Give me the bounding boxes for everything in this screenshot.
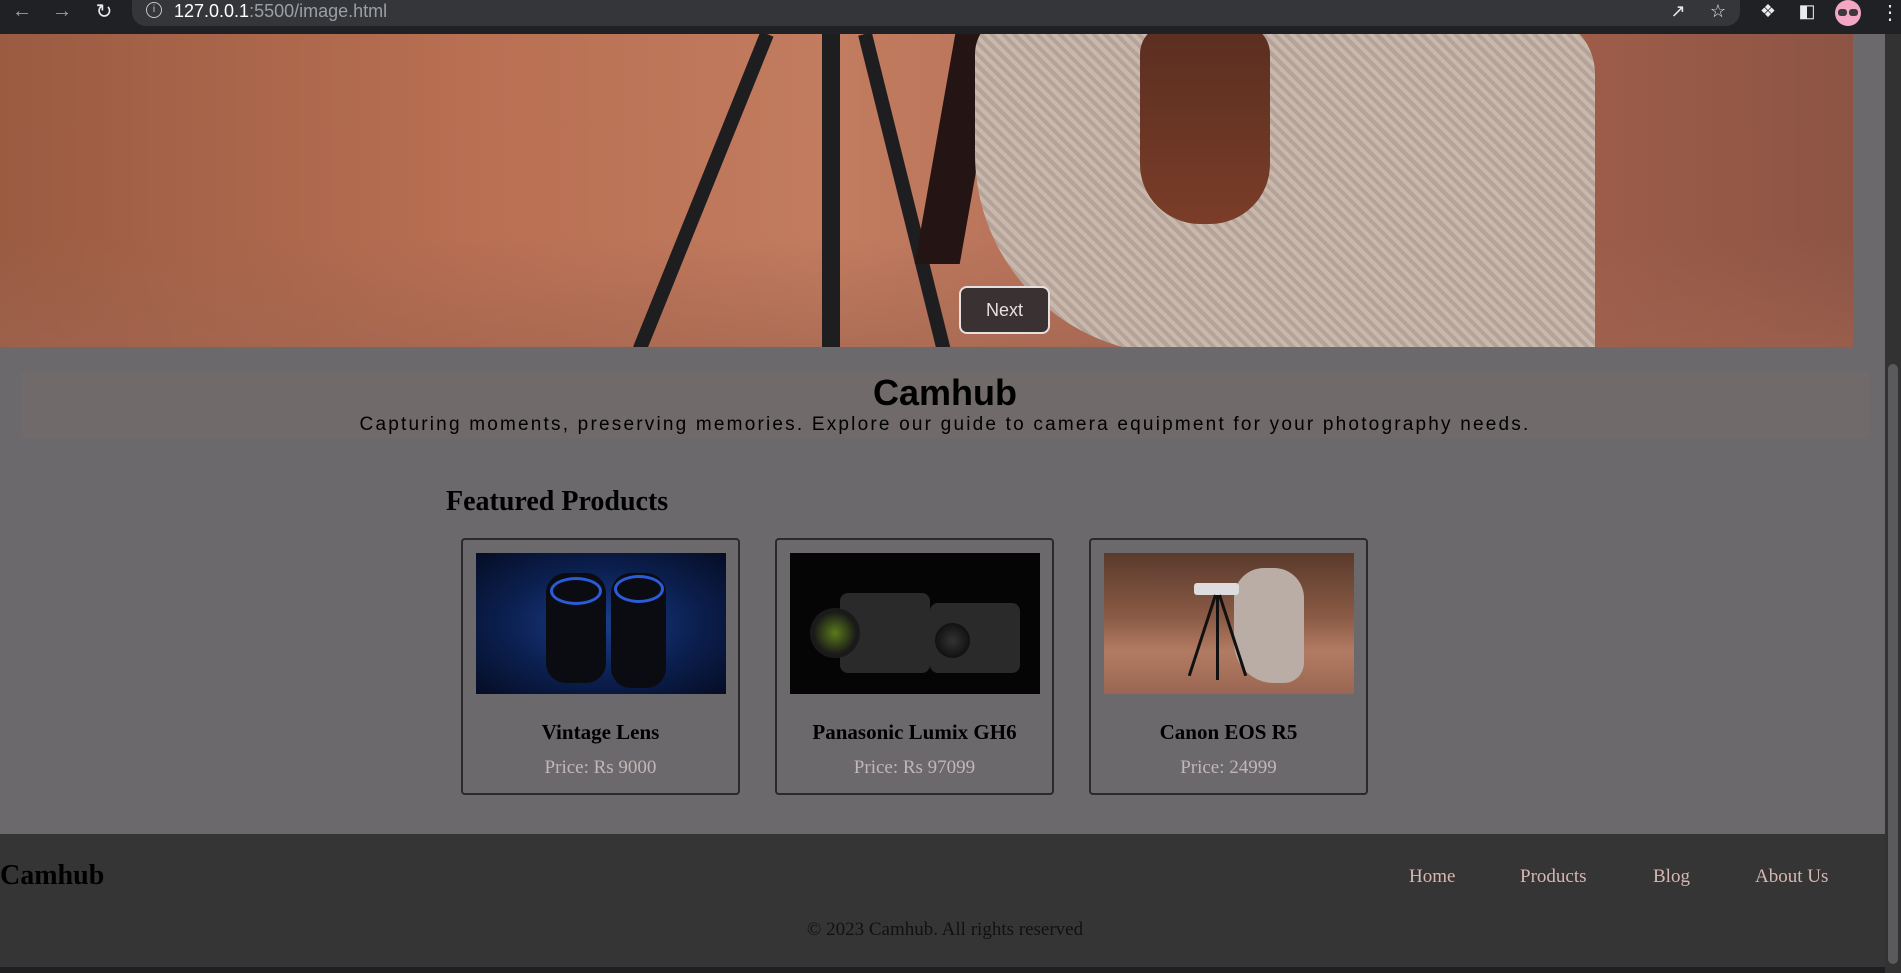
address-bar[interactable]: i 127.0.0.1:5500/image.html <box>132 0 1740 26</box>
product-image-photographer <box>1104 553 1354 694</box>
footer-bottom-strip <box>0 967 1901 973</box>
forward-icon[interactable]: → <box>50 0 74 22</box>
product-card[interactable]: Panasonic Lumix GH6 Price: Rs 97099 <box>775 538 1054 795</box>
site-info-icon[interactable]: i <box>146 2 162 18</box>
product-name: Vintage Lens <box>541 720 660 744</box>
site-title: Camhub <box>873 372 1017 413</box>
product-price: Price: 24999 <box>1180 757 1277 778</box>
product-price: Price: Rs 97099 <box>853 757 976 778</box>
browser-toolbar: ← → ↻ i 127.0.0.1:5500/image.html ↗ ☆ ❖ … <box>0 0 1901 34</box>
next-slide-button[interactable]: Next <box>959 286 1050 334</box>
product-name: Panasonic Lumix GH6 <box>812 720 1017 744</box>
site-footer: Camhub Home Products Blog About Us © 202… <box>0 834 1901 973</box>
share-icon[interactable]: ↗ <box>1666 0 1690 22</box>
product-name: Canon EOS R5 <box>1159 720 1298 744</box>
footer-brand: Camhub <box>0 860 105 891</box>
product-card[interactable]: Vintage Lens Price: Rs 9000 <box>461 538 740 795</box>
product-image-lens <box>476 553 726 694</box>
hero-subject-sweater <box>975 34 1595 347</box>
tripod-leg <box>822 34 840 347</box>
hero-image-slider <box>0 34 1853 347</box>
footer-nav-home[interactable]: Home <box>1409 866 1455 888</box>
product-price: Price: Rs 9000 <box>544 757 657 778</box>
featured-products-heading: Featured Products <box>446 486 669 517</box>
footer-nav-about-us[interactable]: About Us <box>1755 866 1828 888</box>
footer-nav-blog[interactable]: Blog <box>1653 866 1690 888</box>
scrollbar-thumb[interactable] <box>1888 364 1898 964</box>
url-host: 127.0.0.1 <box>174 1 250 21</box>
footer-copyright: © 2023 Camhub. All rights reserved <box>806 919 1084 940</box>
hero-subject-hair <box>1140 34 1270 224</box>
site-banner: Camhub Capturing moments, preserving mem… <box>21 372 1869 438</box>
side-panel-icon[interactable]: ◧ <box>1795 0 1819 22</box>
page-scrollbar[interactable] <box>1885 34 1901 973</box>
back-icon[interactable]: ← <box>10 0 34 22</box>
product-card[interactable]: Canon EOS R5 Price: 24999 <box>1089 538 1368 795</box>
url-text[interactable]: 127.0.0.1:5500/image.html <box>174 1 387 22</box>
site-tagline: Capturing moments, preserving memories. … <box>359 414 1531 435</box>
url-path: :5500/image.html <box>249 1 388 21</box>
footer-nav-products[interactable]: Products <box>1520 866 1587 888</box>
reload-icon[interactable]: ↻ <box>92 0 116 23</box>
bookmark-star-icon[interactable]: ☆ <box>1706 0 1730 22</box>
product-image-camera <box>790 553 1040 694</box>
extensions-puzzle-icon[interactable]: ❖ <box>1756 0 1780 22</box>
profile-avatar[interactable] <box>1835 0 1861 26</box>
menu-kebab-icon[interactable]: ⋮ <box>1880 0 1900 24</box>
